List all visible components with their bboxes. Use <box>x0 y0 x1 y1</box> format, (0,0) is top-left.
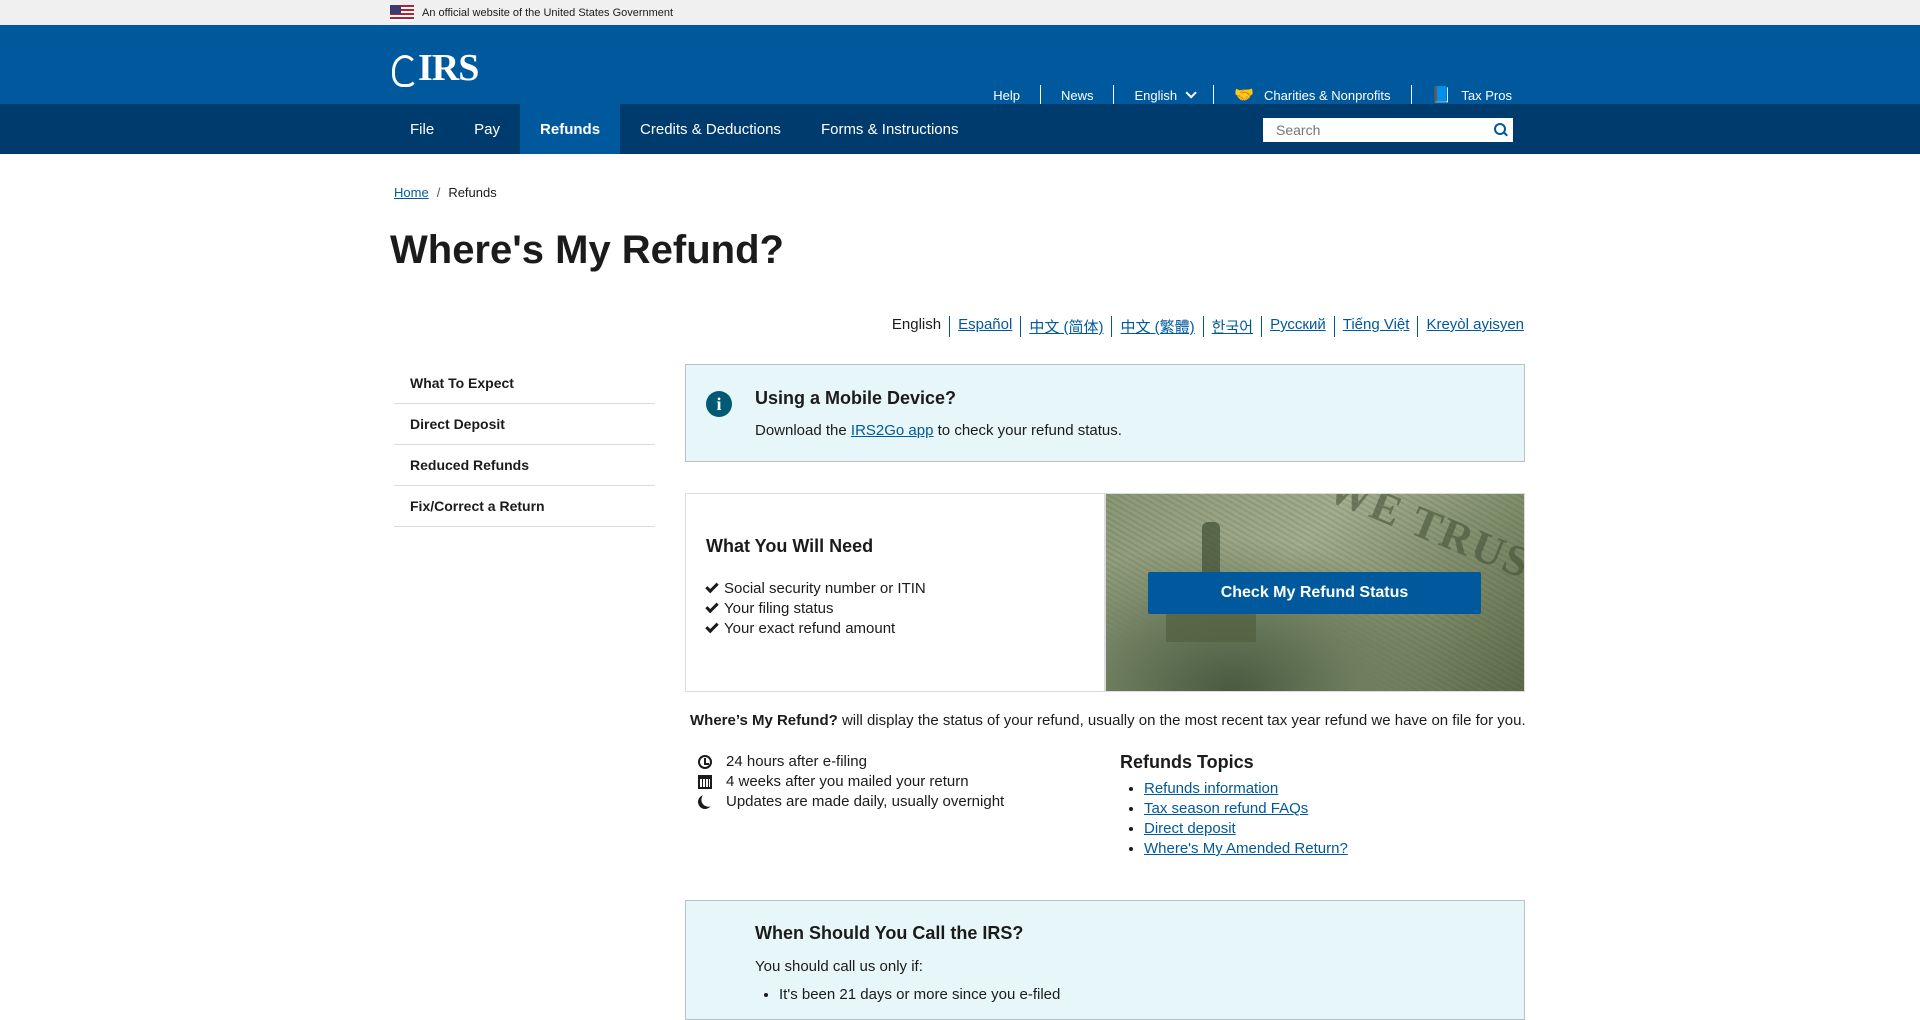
alert-text-before: Download the <box>755 422 851 439</box>
topic-link-refunds-information[interactable]: Refunds information <box>1144 780 1278 797</box>
util-link-label: News <box>1060 87 1094 103</box>
refund-description-bold: Where’s My Refund? <box>690 712 838 729</box>
clock-icon <box>698 755 712 769</box>
nav-item-file[interactable]: File <box>390 104 454 154</box>
alert-title: Using a Mobile Device? <box>755 388 957 408</box>
topic-item: Where's My Amended Return? <box>1144 839 1348 859</box>
sidenav-item-reduced-refunds[interactable]: Reduced Refunds <box>394 445 655 486</box>
need-item-text: Your exact refund amount <box>724 620 896 637</box>
main-nav: File Pay Refunds Credits & Deductions Fo… <box>0 104 1920 154</box>
language-link-spanish[interactable]: Español <box>958 316 1012 333</box>
need-item: Your exact refund amount <box>705 619 926 639</box>
breadcrumb-separator: / <box>436 185 441 200</box>
nav-item-forms-instructions[interactable]: Forms & Instructions <box>801 104 979 154</box>
timing-item: Updates are made daily, usually overnigh… <box>698 792 1004 812</box>
need-item-text: Your filing status <box>724 600 834 617</box>
refund-timing-list: 24 hours after e-filing 4 weeks after yo… <box>698 752 1004 812</box>
call-box-title: When Should You Call the IRS? <box>755 923 1024 943</box>
alert-text: Download the IRS2Go app to check your re… <box>755 422 1122 439</box>
irs2go-app-link[interactable]: IRS2Go app <box>851 422 934 439</box>
language-link-vietnamese[interactable]: Tiếng Việt <box>1343 316 1410 333</box>
language-dropdown-label: English <box>1134 87 1178 103</box>
checkmark-icon <box>705 579 719 594</box>
util-link-label: Help <box>993 87 1020 103</box>
util-link-charities[interactable]: 🤝 Charities & Nonprofits <box>1213 85 1410 105</box>
book-icon: 📘 <box>1431 87 1452 104</box>
refund-description-text: will display the status of your refund, … <box>837 712 1526 729</box>
page-title: Where's My Refund? <box>390 228 784 272</box>
call-box-item: It's been 21 days or more since you e-fi… <box>779 986 1060 1003</box>
language-link-haitian-creole[interactable]: Kreyòl ayisyen <box>1426 316 1524 333</box>
timing-text: 4 weeks after you mailed your return <box>726 773 969 790</box>
breadcrumb-home-link[interactable]: Home <box>394 185 429 200</box>
info-icon: i <box>706 391 732 417</box>
mobile-device-alert: i Using a Mobile Device? Download the IR… <box>685 364 1525 462</box>
checkmark-icon <box>705 619 719 634</box>
gov-banner: An official website of the United States… <box>0 0 1920 25</box>
site-header: IRS Help News English 🤝 Charities & Nonpr… <box>0 25 1920 105</box>
language-link-korean[interactable]: 한국어 <box>1212 319 1253 336</box>
topic-item: Refunds information <box>1144 779 1348 799</box>
timing-text: Updates are made daily, usually overnigh… <box>726 793 1005 810</box>
irs-logo[interactable]: IRS <box>390 47 479 89</box>
call-box-intro: You should call us only if: <box>755 958 923 975</box>
timing-item: 4 weeks after you mailed your return <box>698 772 1004 792</box>
timing-text: 24 hours after e-filing <box>726 753 867 770</box>
topic-link-amended-return[interactable]: Where's My Amended Return? <box>1144 840 1348 857</box>
handshake-icon: 🤝 <box>1234 87 1255 104</box>
calendar-icon <box>698 775 712 789</box>
checkmark-icon <box>705 599 719 614</box>
logo-text: IRS <box>418 47 479 89</box>
what-you-will-need-card: What You Will Need Social security numbe… <box>685 493 1105 692</box>
topics-title: Refunds Topics <box>1120 752 1254 772</box>
search-box <box>1263 118 1513 142</box>
sidenav-item-direct-deposit[interactable]: Direct Deposit <box>394 404 655 445</box>
topic-link-refund-faqs[interactable]: Tax season refund FAQs <box>1144 800 1308 817</box>
eagle-icon <box>390 51 418 87</box>
language-dropdown[interactable]: English <box>1113 85 1213 105</box>
util-link-label: Tax Pros <box>1461 87 1512 103</box>
nav-item-pay[interactable]: Pay <box>454 104 520 154</box>
side-nav: What To Expect Direct Deposit Reduced Re… <box>394 363 655 527</box>
language-link-russian[interactable]: Русский <box>1270 316 1326 333</box>
search-icon[interactable] <box>1488 119 1512 141</box>
need-item: Your filing status <box>705 599 926 619</box>
language-link-chinese-traditional[interactable]: 中文 (繁體) <box>1120 319 1194 336</box>
language-current: English <box>891 316 942 333</box>
nav-item-refunds[interactable]: Refunds <box>520 104 621 154</box>
check-refund-status-button[interactable]: Check My Refund Status <box>1148 572 1481 614</box>
topic-item: Tax season refund FAQs <box>1144 799 1348 819</box>
nav-item-credits-deductions[interactable]: Credits & Deductions <box>620 104 801 154</box>
refund-description: Where’s My Refund? will display the stat… <box>690 712 1526 729</box>
timing-item: 24 hours after e-filing <box>698 752 1004 772</box>
us-flag-icon <box>390 4 414 21</box>
breadcrumb-current: Refunds <box>448 185 497 200</box>
util-link-tax-pros[interactable]: 📘 Tax Pros <box>1410 85 1512 105</box>
utility-nav: Help News English 🤝 Charities & Nonprofit… <box>993 85 1512 105</box>
util-link-help[interactable]: Help <box>993 85 1040 105</box>
util-link-label: Charities & Nonprofits <box>1264 87 1391 103</box>
currency-hero-image: WE TRUST Check My Refund Status <box>1105 493 1525 692</box>
topic-link-direct-deposit[interactable]: Direct deposit <box>1144 820 1236 837</box>
topic-item: Direct deposit <box>1144 819 1348 839</box>
sidenav-item-fix-correct-return[interactable]: Fix/Correct a Return <box>394 486 655 527</box>
refunds-topics: Refunds Topics Refunds information Tax s… <box>1120 752 1348 859</box>
breadcrumb: Home / Refunds <box>394 185 497 200</box>
moon-icon <box>696 793 714 811</box>
alert-text-after: to check your refund status. <box>933 422 1122 439</box>
language-bar: English Español 中文 (简体) 中文 (繁體) 한국어 Русс… <box>884 316 1524 337</box>
need-card-title: What You Will Need <box>706 536 874 556</box>
gov-banner-text: An official website of the United States… <box>422 6 674 19</box>
chevron-down-icon <box>1185 87 1197 99</box>
language-link-chinese-simplified[interactable]: 中文 (简体) <box>1029 319 1103 336</box>
need-item-text: Social security number or ITIN <box>724 580 926 597</box>
sidenav-item-what-to-expect[interactable]: What To Expect <box>394 363 655 404</box>
util-link-news[interactable]: News <box>1039 85 1114 105</box>
search-input[interactable] <box>1264 119 1488 141</box>
need-item: Social security number or ITIN <box>705 579 926 599</box>
when-to-call-box: When Should You Call the IRS? You should… <box>685 900 1525 1020</box>
